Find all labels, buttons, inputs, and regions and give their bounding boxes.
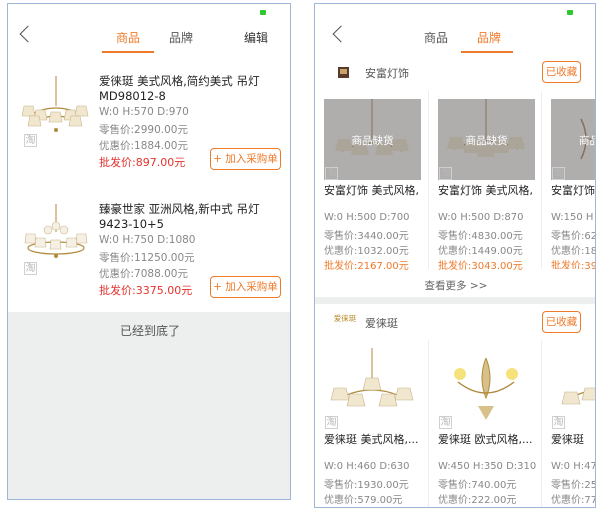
left-phone-screen: 商品 品牌 编辑 淘 爱徕珽 美式风格,简约美式 吊灯 MD98012-8 W:… [7,3,291,500]
retail-price: 零售价:1930.00元 [324,480,409,491]
taobao-watermark-icon: 淘 [24,134,37,147]
product-card[interactable]: 淘 爱徕珽 美式风格,... W:0 H:460 D:630 零售价:1930.… [315,340,425,507]
discount-price: 优惠价:77 [551,495,596,506]
out-of-stock-overlay: 商品缺货 [438,99,535,180]
product-dimensions: W:0 H:750 D:1080 [99,234,196,246]
edit-button[interactable]: 编辑 [244,29,268,46]
tab-products[interactable]: 商品 [116,29,140,46]
retail-price: 零售价:62 [551,231,596,242]
retail-price: 零售价:11250.00元 [99,252,195,264]
product-name: 安富灯饰 美式风格, [438,184,533,197]
wholesale-price: 批发价:39 [551,261,596,269]
brand-name: 爱徕珽 [365,317,398,330]
back-arrow-icon[interactable] [332,25,350,43]
product-name: 臻豪世家 亚洲风格,新中式 吊灯 9423-10+5 [99,202,260,231]
end-of-list-text: 已经到底了 [119,324,180,338]
tab-products[interactable]: 商品 [424,29,448,46]
product-dimensions: W:0 H:500 D:700 [324,212,410,223]
taobao-watermark-icon: 淘 [325,167,338,180]
section-divider [315,297,595,304]
wholesale-price: 批发价:3043.00元 [438,261,523,272]
product-name: 安富灯饰 美式风格, [324,184,419,197]
out-of-stock-overlay: 商品缺货 [324,99,421,180]
product-item[interactable]: 淘 臻豪世家 亚洲风格,新中式 吊灯 9423-10+5 W:0 H:750 D… [8,194,290,312]
product-dimensions: W:150 H [551,212,594,223]
product-card[interactable]: 淘 爱徕珽 欧式风格,... W:450 H:350 D:310 零售价:740… [429,340,539,507]
product-dimensions: W:0 H:500 D:870 [438,212,524,223]
retail-price: 零售价:25 [551,480,596,491]
product-dimensions: W:0 H:460 D:630 [324,461,410,472]
taobao-watermark-icon: 淘 [552,416,565,429]
active-tab-indicator [102,51,154,53]
retail-price: 零售价:740.00元 [438,480,517,491]
product-card[interactable]: 商品缺货 淘 安富灯饰 美式风格, W:0 H:500 D:870 零售价:48… [429,91,539,272]
favorited-button[interactable]: 已收藏 [542,311,581,333]
add-to-purchase-list-button[interactable]: + 加入采购单 [210,148,281,170]
discount-price: 优惠价:1032.00元 [324,246,409,257]
discount-price: 优惠价:1449.00元 [438,246,523,257]
out-of-stock-label: 商品缺货 [465,135,508,147]
product-name: 爱徕珽 [551,433,584,446]
favorited-button[interactable]: 已收藏 [542,61,581,83]
product-card[interactable]: 淘 爱徕珽 W:0 H:470 零售价:25 优惠价:77 [542,340,596,507]
taobao-watermark-icon: 淘 [439,167,452,180]
brand-header[interactable]: 爱徕珽 爱徕珽 已收藏 [315,307,595,337]
tab-brands[interactable]: 品牌 [169,29,193,46]
product-card[interactable]: 商品缺货 淘 安富灯饰 W:150 H 零售价:62 优惠价:18 批发价:39 [542,91,596,269]
product-name: 爱徕珽 美式风格,简约美式 吊灯 MD98012-8 [99,74,260,103]
brand-header[interactable]: 安富灯饰 已收藏 [315,57,595,87]
retail-price: 零售价:4830.00元 [438,231,523,242]
out-of-stock-label: 商品缺货 [579,135,595,147]
taobao-watermark-icon: 淘 [325,416,338,429]
discount-price: 优惠价:222.00元 [438,495,517,506]
retail-price: 零售价:3440.00元 [324,231,409,242]
product-name: 安富灯饰 [551,184,595,197]
retail-price: 零售价:2990.00元 [99,124,188,136]
wall-lamp-image [454,357,518,420]
back-arrow-icon[interactable] [19,25,37,43]
end-of-list-area: 已经到底了 [8,312,290,499]
discount-price: 优惠价:1884.00元 [99,140,188,152]
product-dimensions: W:450 H:350 D:310 [438,461,537,472]
product-dimensions: W:0 H:470 [551,461,595,472]
out-of-stock-label: 商品缺货 [351,135,394,147]
taobao-watermark-icon: 淘 [439,416,452,429]
header: 商品 品牌 编辑 [8,4,290,54]
discount-price: 优惠价:579.00元 [324,495,403,506]
wholesale-price: 批发价:897.00元 [99,156,186,169]
taobao-watermark-icon: 淘 [24,262,37,275]
brand-logo-icon: 爱徕珽 [333,314,357,323]
right-phone-screen: 商品 品牌 安富灯饰 已收藏 商品缺货 淘 安富灯饰 美式风格, W:0 H:5… [314,3,596,508]
product-card[interactable]: 商品缺货 淘 安富灯饰 美式风格, W:0 H:500 D:700 零售价:34… [315,91,425,272]
brand-name: 安富灯饰 [365,67,409,80]
discount-price: 优惠价:18 [551,246,596,257]
product-dimensions: W:0 H:570 D:970 [99,106,189,118]
chandelier-image [330,348,414,407]
discount-price: 优惠价:7088.00元 [99,268,188,280]
add-to-purchase-list-button[interactable]: + 加入采购单 [210,276,281,298]
product-item[interactable]: 淘 爱徕珽 美式风格,简约美式 吊灯 MD98012-8 W:0 H:570 D… [8,66,290,184]
product-name: 爱徕珽 欧式风格,... [438,433,533,446]
product-name: 爱徕珽 美式风格,... [324,433,419,446]
header: 商品 品牌 [315,4,595,54]
see-more-link[interactable]: 查看更多 >> [315,278,595,293]
wholesale-price: 批发价:2167.00元 [324,261,409,272]
taobao-watermark-icon: 淘 [552,167,565,180]
tab-brands[interactable]: 品牌 [477,29,501,46]
wholesale-price: 批发价:3375.00元 [99,284,193,297]
active-tab-indicator [461,51,513,53]
brand-logo-icon [338,67,349,78]
